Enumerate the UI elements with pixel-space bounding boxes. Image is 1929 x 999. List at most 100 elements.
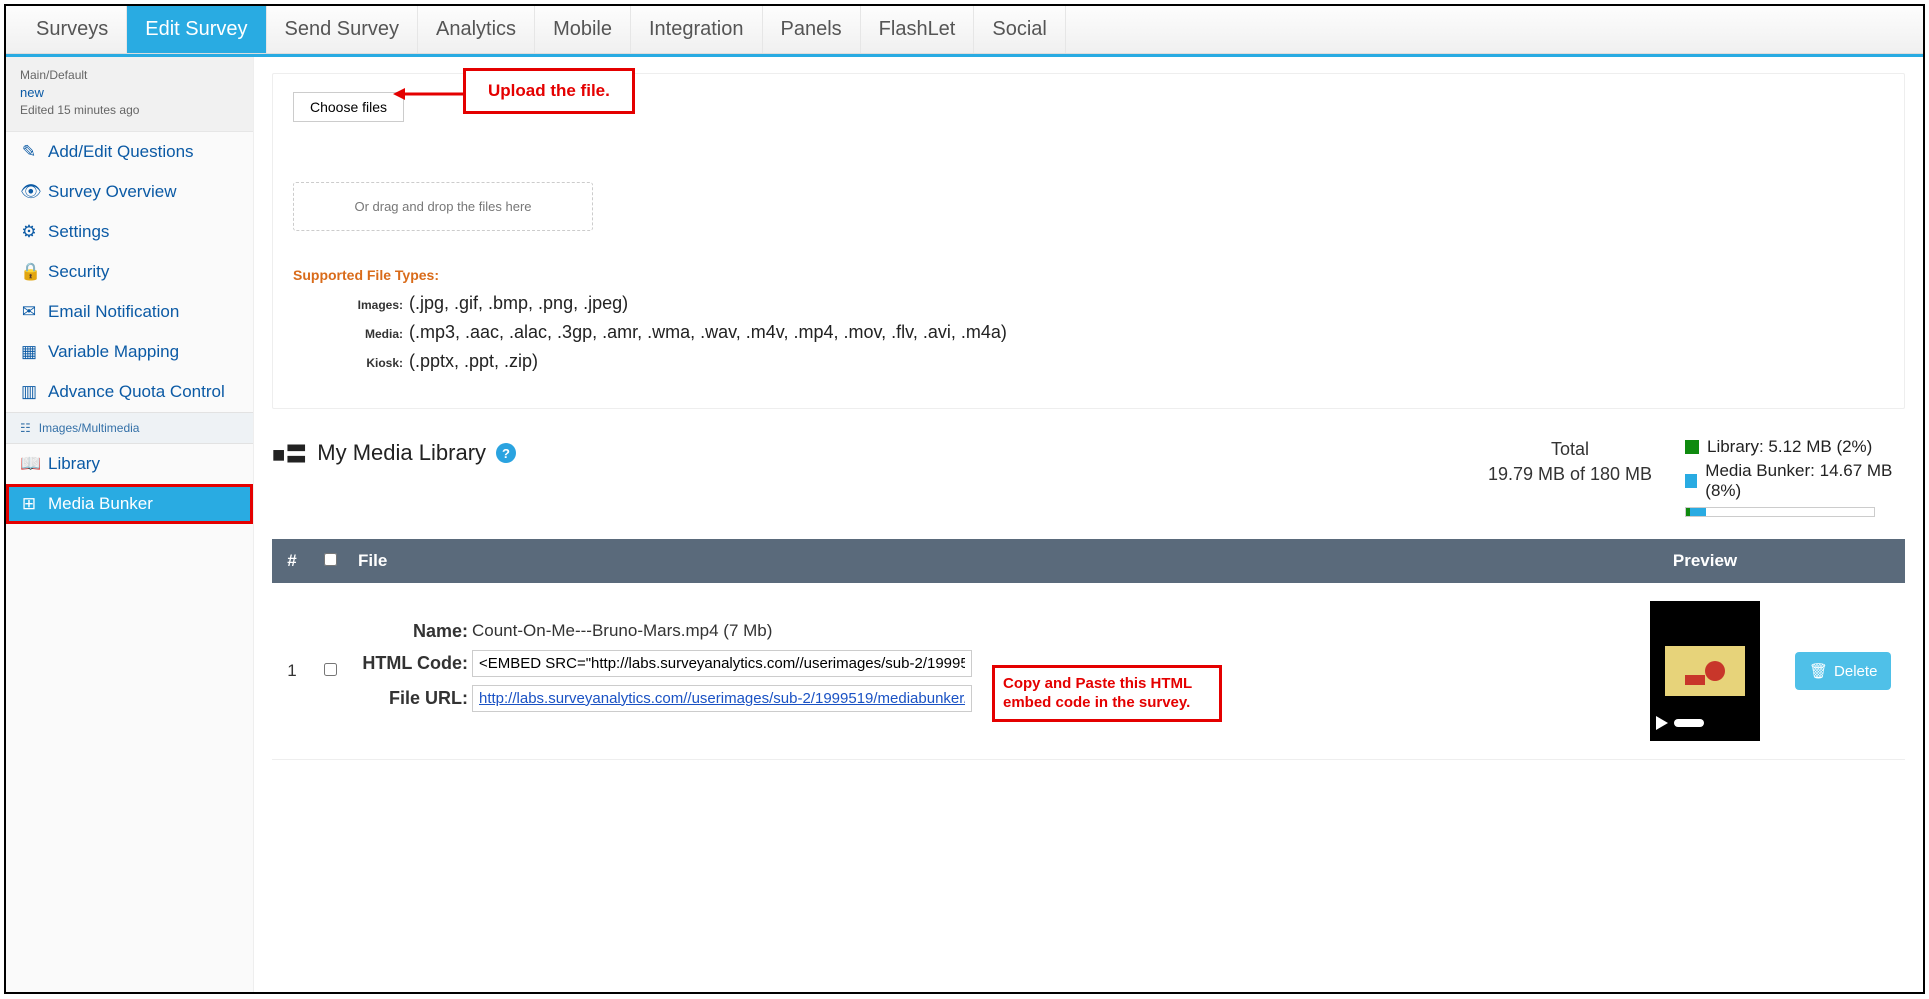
survey-name[interactable]: new — [20, 84, 239, 102]
tab-send-survey[interactable]: Send Survey — [267, 6, 419, 53]
sidebar-context: Main/Default new Edited 15 minutes ago — [6, 57, 253, 132]
gear-icon: ⚙ — [20, 222, 38, 242]
total-label: Total — [1475, 437, 1665, 462]
play-icon — [1656, 716, 1668, 730]
sidebar-section-images: ☷ Images/Multimedia — [6, 412, 253, 444]
legend-library: Library: 5.12 MB (2%) — [1685, 437, 1905, 457]
video-thumbnail[interactable] — [1650, 601, 1760, 741]
delete-button[interactable]: 🗑 Delete — [1795, 652, 1891, 690]
filetype-value: (.pptx, .ppt, .zip) — [409, 351, 538, 372]
delete-label: Delete — [1834, 663, 1877, 680]
sidebar-item-label: Library — [48, 454, 100, 474]
row-checkbox[interactable] — [324, 663, 337, 676]
col-file: File — [348, 539, 1625, 583]
tab-integration[interactable]: Integration — [631, 6, 763, 53]
lock-icon: 🔒 — [20, 262, 38, 282]
tab-analytics[interactable]: Analytics — [418, 6, 535, 53]
col-preview: Preview — [1625, 539, 1785, 583]
filetype-row-media: Media: (.mp3, .aac, .alac, .3gp, .amr, .… — [343, 322, 1884, 343]
sidebar-item-label: Security — [48, 262, 109, 282]
choose-files-button[interactable]: Choose files — [293, 92, 404, 122]
filetype-label: Media: — [343, 327, 403, 341]
file-url-label: File URL: — [358, 688, 468, 709]
total-value: 19.79 MB of 180 MB — [1475, 462, 1665, 487]
swatch-green-icon — [1685, 440, 1699, 454]
top-nav: Surveys Edit Survey Send Survey Analytic… — [6, 6, 1923, 54]
help-icon[interactable]: ? — [496, 443, 516, 463]
chart-icon: ▥ — [20, 382, 38, 402]
file-url-input[interactable] — [472, 685, 972, 712]
table-row: 1 Name: Count-On-Me---Bruno-Mars.mp4 (7 … — [272, 583, 1905, 760]
book-icon: 📖 — [20, 454, 38, 474]
dropzone[interactable]: Or drag and drop the files here — [293, 182, 593, 231]
col-num: # — [272, 539, 312, 583]
tab-surveys[interactable]: Surveys — [18, 6, 127, 53]
filetype-value: (.jpg, .gif, .bmp, .png, .jpeg) — [409, 293, 628, 314]
filetype-label: Images: — [343, 298, 403, 312]
progress-slider[interactable] — [1674, 719, 1704, 727]
sidebar-item-variable-mapping[interactable]: ▦ Variable Mapping — [6, 332, 253, 372]
callout-upload: Upload the file. — [463, 68, 635, 114]
main-content: Choose files Upload the file. Or drag an… — [254, 57, 1923, 992]
tab-panels[interactable]: Panels — [763, 6, 861, 53]
sidebar-item-label: Variable Mapping — [48, 342, 179, 362]
library-header: ■〓 My Media Library ? Total 19.79 MB of … — [272, 437, 1905, 517]
tab-mobile[interactable]: Mobile — [535, 6, 631, 53]
html-code-label: HTML Code: — [358, 653, 468, 674]
sidebar-item-label: Add/Edit Questions — [48, 142, 194, 162]
supported-heading: Supported File Types: — [293, 267, 1884, 283]
usage-bar — [1685, 507, 1875, 517]
callout-copy-embed: Copy and Paste this HTML embed code in t… — [992, 665, 1222, 722]
sidebar-item-survey-overview[interactable]: 👁 Survey Overview — [6, 172, 253, 212]
sidebar-item-add-edit-questions[interactable]: ✎ Add/Edit Questions — [6, 132, 253, 172]
supported-types: Supported File Types: Images: (.jpg, .gi… — [293, 267, 1884, 372]
usage-bar-bunker — [1690, 508, 1706, 516]
sidebar-item-email-notification[interactable]: ✉ Email Notification — [6, 292, 253, 332]
cartoon-icon — [1675, 653, 1735, 689]
sidebar-item-label: Email Notification — [48, 302, 179, 322]
sidebar-item-label: Survey Overview — [48, 182, 176, 202]
legend-bunker: Media Bunker: 14.67 MB (8%) — [1685, 461, 1905, 501]
tab-flashlet[interactable]: FlashLet — [861, 6, 975, 53]
filetype-label: Kiosk: — [343, 356, 403, 370]
sidebar-item-security[interactable]: 🔒 Security — [6, 252, 253, 292]
film-icon: ⊞ — [20, 494, 38, 514]
swatch-blue-icon — [1685, 474, 1697, 488]
filetype-row-kiosk: Kiosk: (.pptx, .ppt, .zip) — [343, 351, 1884, 372]
library-legend: Library: 5.12 MB (2%) Media Bunker: 14.6… — [1685, 437, 1905, 517]
col-actions — [1785, 539, 1905, 583]
grid-icon: ▦ — [20, 342, 38, 362]
pencil-icon: ✎ — [20, 142, 38, 162]
trash-icon: 🗑 — [1809, 662, 1828, 680]
html-code-input[interactable] — [472, 650, 972, 677]
sidebar-item-label: Settings — [48, 222, 109, 242]
row-num: 1 — [272, 583, 312, 760]
camera-icon: ■〓 — [272, 437, 307, 469]
sidebar-item-media-bunker[interactable]: ⊞ Media Bunker — [6, 484, 253, 524]
eye-icon: 👁 — [20, 182, 38, 202]
sidebar-section-label: Images/Multimedia — [39, 421, 140, 435]
col-checkbox — [312, 539, 348, 583]
sidebar-item-label: Advance Quota Control — [48, 382, 225, 402]
select-all-checkbox[interactable] — [324, 553, 337, 566]
sidebar: Main/Default new Edited 15 minutes ago ✎… — [6, 57, 254, 992]
file-name: Count-On-Me---Bruno-Mars.mp4 (7 Mb) — [472, 621, 772, 641]
legend-library-text: Library: 5.12 MB (2%) — [1707, 437, 1872, 457]
file-name-label: Name: — [358, 621, 468, 642]
arrow-icon — [393, 84, 463, 104]
filetype-value: (.mp3, .aac, .alac, .3gp, .amr, .wma, .w… — [409, 322, 1007, 343]
edited-time: Edited 15 minutes ago — [20, 102, 239, 119]
legend-bunker-text: Media Bunker: 14.67 MB (8%) — [1705, 461, 1905, 501]
file-meta: Name: Count-On-Me---Bruno-Mars.mp4 (7 Mb… — [358, 621, 972, 712]
library-title-text: My Media Library — [317, 440, 486, 466]
sidebar-item-settings[interactable]: ⚙ Settings — [6, 212, 253, 252]
media-table: # File Preview 1 — [272, 539, 1905, 760]
filetype-row-images: Images: (.jpg, .gif, .bmp, .png, .jpeg) — [343, 293, 1884, 314]
tab-social[interactable]: Social — [974, 6, 1065, 53]
library-stats: Total 19.79 MB of 180 MB — [1475, 437, 1665, 487]
sidebar-item-library[interactable]: 📖 Library — [6, 444, 253, 484]
tab-edit-survey[interactable]: Edit Survey — [127, 6, 266, 53]
sidebar-item-advance-quota[interactable]: ▥ Advance Quota Control — [6, 372, 253, 412]
library-title: ■〓 My Media Library ? — [272, 437, 516, 469]
upload-panel: Choose files Upload the file. Or drag an… — [272, 73, 1905, 409]
